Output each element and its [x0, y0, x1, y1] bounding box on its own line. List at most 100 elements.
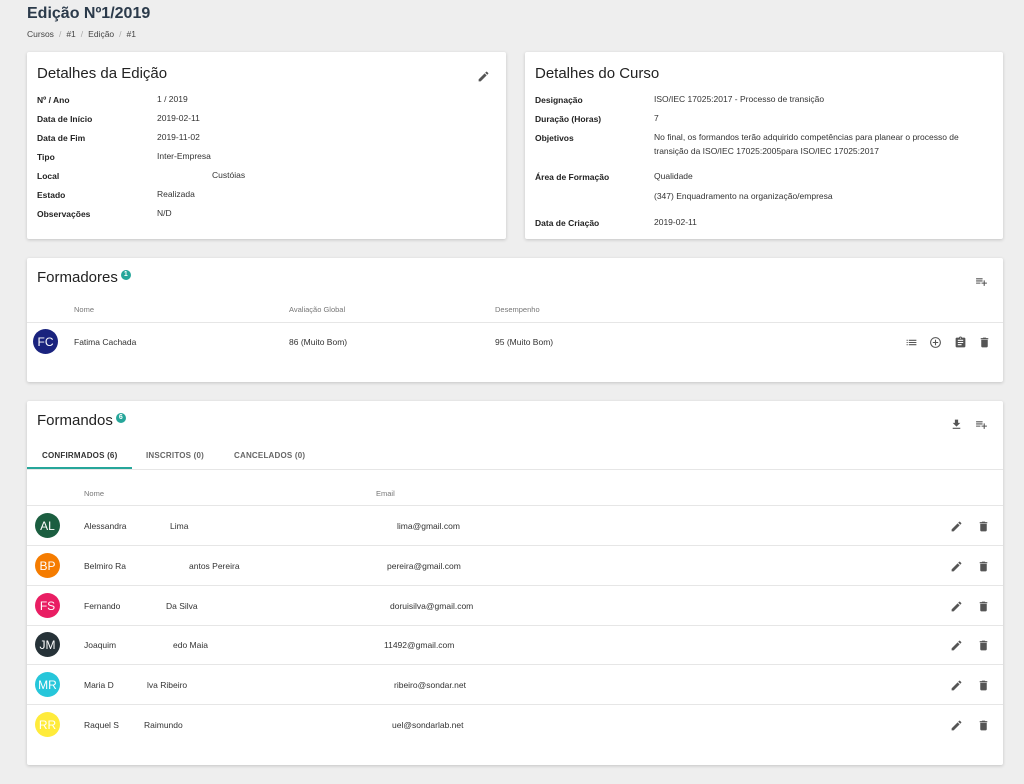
- trainee-email: ribeiro@sondar.net: [394, 680, 466, 690]
- avatar: JM: [35, 632, 60, 657]
- trainee-name-last: Da Silva: [166, 601, 198, 611]
- field-value-observacoes: N/D: [157, 208, 172, 218]
- avatar: BP: [35, 553, 60, 578]
- trash-icon: [980, 337, 988, 347]
- field-label-estado: Estado: [37, 190, 66, 200]
- avatar: RR: [35, 712, 60, 737]
- trainers-card: Formadores 1 Nome Avaliação Global Desemp…: [27, 258, 1003, 382]
- delete-trainee-button[interactable]: [975, 717, 991, 733]
- field-label-data-inicio: Data de Início: [37, 114, 93, 124]
- delete-trainee-button[interactable]: [975, 677, 991, 693]
- course-details-title: Detalhes do Curso: [535, 65, 660, 82]
- course-label-designacao: Designação: [535, 95, 583, 105]
- pencil-icon: [951, 561, 961, 571]
- tab-inscritos[interactable]: INSCRITOS (0): [146, 451, 204, 460]
- pencil-icon: [951, 680, 961, 690]
- trainee-name-first: Raquel S: [84, 720, 119, 730]
- divider: [27, 664, 1003, 665]
- trainers-count-badge: 1: [120, 270, 131, 280]
- trainers-title: Formadores 1: [37, 269, 131, 286]
- edit-trainee-button[interactable]: [948, 677, 964, 693]
- edit-trainee-button[interactable]: [948, 637, 964, 653]
- field-label-local: Local: [37, 171, 60, 181]
- trainer-name: Fatima Cachada: [74, 337, 137, 347]
- trainers-title-text: Formadores: [37, 269, 118, 286]
- edit-trainee-button[interactable]: [948, 518, 964, 534]
- divider: [27, 704, 1003, 705]
- trainee-name-first: Fernando: [84, 601, 121, 611]
- trainers-col-perf: Desempenho: [495, 305, 540, 314]
- trainees-title-text: Formandos: [37, 412, 113, 429]
- avatar: MR: [35, 672, 60, 697]
- trainee-name-last: edo Maia: [173, 640, 208, 650]
- trainers-col-eval: Avaliação Global: [289, 305, 346, 314]
- divider: [27, 585, 1003, 586]
- trainer-delete-button[interactable]: [976, 334, 992, 350]
- breadcrumb-item-edition: #1: [126, 29, 136, 39]
- field-value-estado: Realizada: [157, 189, 195, 199]
- edit-trainee-button[interactable]: [948, 598, 964, 614]
- field-label-observacoes: Observações: [37, 209, 91, 219]
- field-label-numero-ano: Nº / Ano: [37, 95, 70, 105]
- divider: [27, 625, 1003, 626]
- breadcrumb-item-course[interactable]: #1: [66, 29, 75, 39]
- trainer-eval: 86 (Muito Bom): [289, 337, 348, 347]
- avatar: AL: [35, 513, 60, 538]
- delete-trainee-button[interactable]: [975, 518, 991, 534]
- course-label-data-criacao: Data de Criação: [535, 218, 600, 228]
- avatar: FS: [35, 593, 60, 618]
- trainees-col-email: Email: [376, 489, 395, 498]
- trainees-title: Formandos 6: [37, 412, 126, 429]
- add-trainee-button[interactable]: [973, 416, 989, 432]
- course-value-duracao: 7: [654, 113, 659, 123]
- trash-icon: [979, 720, 987, 730]
- course-value-designacao: ISO/IEC 17025:2017 - Processo de transiç…: [654, 94, 825, 104]
- trainee-name-last: lva Ribeiro: [147, 680, 188, 690]
- breadcrumb-separator: /: [58, 29, 62, 39]
- course-value-objetivos-line1: No final, os formandos terão adquirido c…: [654, 132, 959, 142]
- trainee-name-first: Alessandra: [84, 521, 127, 531]
- tab-cancelados[interactable]: CANCELADOS (0): [234, 451, 305, 460]
- trainee-name-last: antos Pereira: [189, 561, 240, 571]
- breadcrumb-separator: /: [119, 29, 122, 39]
- page-title: Edição Nº1/2019: [27, 5, 151, 22]
- trainer-list-button[interactable]: [903, 334, 919, 350]
- delete-trainee-button[interactable]: [975, 637, 991, 653]
- delete-trainee-button[interactable]: [975, 558, 991, 574]
- course-value-area-code: (347) Enquadramento na organização/empre…: [654, 191, 833, 201]
- download-trainees-button[interactable]: [948, 416, 964, 432]
- breadcrumb-item-cursos[interactable]: Cursos: [27, 29, 54, 39]
- field-value-data-inicio: 2019-02-11: [157, 113, 200, 123]
- divider: [27, 322, 1003, 323]
- field-value-tipo: Inter-Empresa: [157, 151, 211, 161]
- delete-trainee-button[interactable]: [975, 598, 991, 614]
- add-circle-icon: [929, 336, 941, 348]
- trainee-name-first: Joaquim: [84, 640, 117, 650]
- trash-icon: [979, 521, 987, 531]
- divider: [27, 469, 1003, 470]
- edit-edition-button[interactable]: [475, 68, 491, 84]
- edit-trainee-button[interactable]: [948, 558, 964, 574]
- course-label-area: Área de Formação: [535, 172, 610, 182]
- trainer-add-circle-button[interactable]: [927, 334, 943, 350]
- trainer-clipboard-button[interactable]: [952, 334, 968, 350]
- trainer-perf: 95 (Muito Bom): [495, 337, 554, 347]
- field-label-tipo: Tipo: [37, 152, 55, 162]
- field-value-local: Custóias: [212, 170, 246, 180]
- avatar: FC: [33, 329, 58, 354]
- pencil-icon: [951, 601, 961, 611]
- tab-confirmados[interactable]: CONFIRMADOS (6): [42, 451, 117, 460]
- pencil-icon: [951, 720, 961, 730]
- trash-icon: [979, 640, 987, 650]
- breadcrumb-item-edicao[interactable]: Edição: [88, 29, 114, 39]
- field-value-data-fim: 2019-11-02: [157, 132, 200, 142]
- edit-trainee-button[interactable]: [948, 717, 964, 733]
- trainee-email: 11492@gmail.com: [384, 640, 455, 650]
- playlist-add-icon: [975, 277, 987, 286]
- add-trainer-button[interactable]: [973, 273, 989, 289]
- trainees-col-name: Nome: [84, 489, 105, 498]
- pencil-icon: [478, 71, 488, 81]
- divider: [27, 505, 1003, 506]
- trainee-name-last: Lima: [170, 521, 189, 531]
- list-icon: [906, 339, 916, 345]
